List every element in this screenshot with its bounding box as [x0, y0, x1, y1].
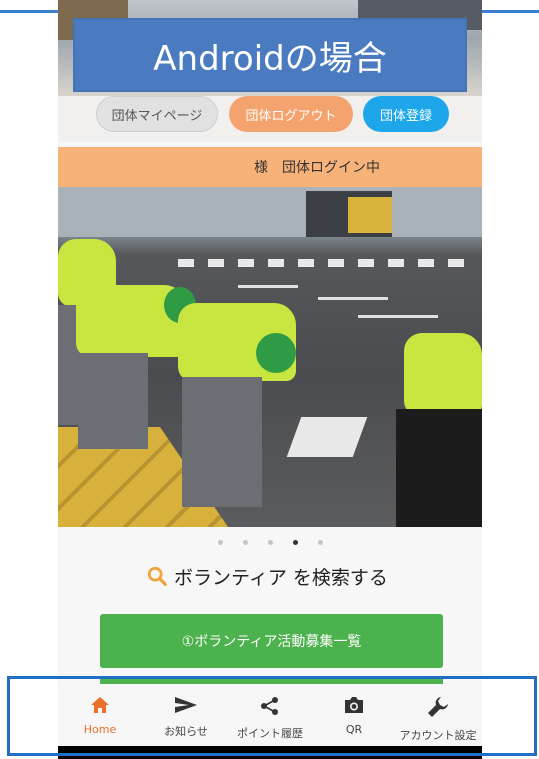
- mypage-button[interactable]: 団体マイページ: [96, 96, 218, 132]
- decor-line-left: [0, 10, 58, 13]
- recruit-list-button[interactable]: ①ボランティア活動募集一覧: [100, 614, 443, 668]
- logout-button[interactable]: 団体ログアウト: [229, 96, 353, 132]
- android-banner: Androidの場合: [73, 18, 467, 92]
- login-status-bar: 様 団体ログイン中: [58, 147, 482, 187]
- search-icon: [147, 566, 167, 586]
- login-status-text: 様 団体ログイン中: [254, 160, 380, 176]
- carousel-indicators: [58, 535, 482, 551]
- carousel-dot[interactable]: [217, 540, 223, 545]
- carousel-dot[interactable]: [317, 540, 323, 545]
- search-volunteer-label: ボランティア を検索する: [174, 566, 388, 589]
- search-volunteer-heading[interactable]: ボランティア を検索する: [146, 560, 388, 592]
- carousel-image[interactable]: [58, 187, 482, 527]
- phone-screen: 団体マイページ 団体ログアウト 団体登録 様 団体ログイン中 ボランティア を検…: [58, 0, 482, 759]
- carousel-dot[interactable]: [242, 540, 248, 545]
- carousel-dot-active[interactable]: [292, 540, 298, 545]
- register-button[interactable]: 団体登録: [363, 96, 449, 132]
- decor-line-right: [482, 10, 539, 13]
- nav-highlight-frame: [7, 676, 537, 756]
- carousel-dot[interactable]: [267, 540, 273, 545]
